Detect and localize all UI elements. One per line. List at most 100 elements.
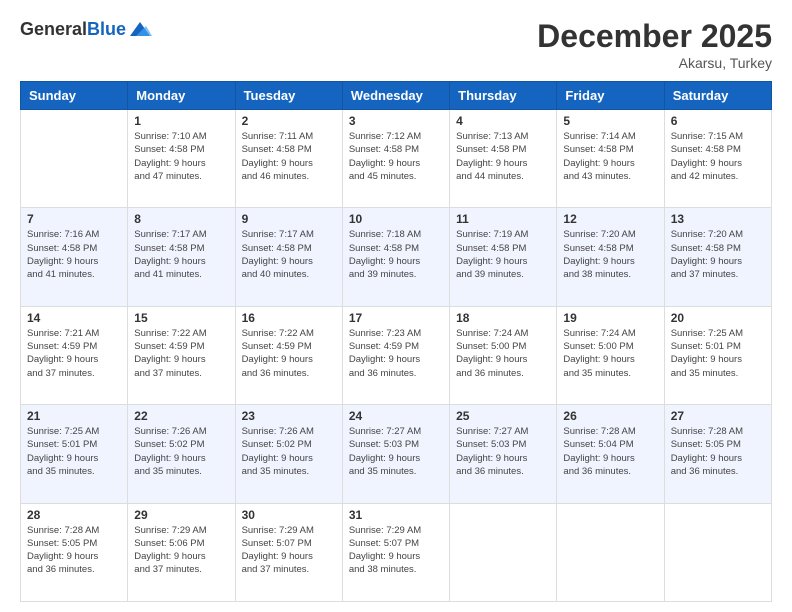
calendar-cell: 8 Sunrise: 7:17 AMSunset: 4:58 PMDaylight… (128, 208, 235, 306)
day-number: 20 (671, 311, 765, 325)
day-info: Sunrise: 7:27 AMSunset: 5:03 PMDaylight:… (456, 425, 550, 478)
weekday-header-tuesday: Tuesday (235, 82, 342, 110)
calendar-cell: 2Sunrise: 7:11 AMSunset: 4:58 PMDaylight… (235, 110, 342, 208)
day-number: 10 (349, 212, 443, 226)
logo-blue: Blue (87, 19, 126, 39)
weekday-header-monday: Monday (128, 82, 235, 110)
calendar-cell: 17Sunrise: 7:23 AMSunset: 4:59 PMDayligh… (342, 306, 449, 404)
day-info: Sunrise: 7:15 AMSunset: 4:58 PMDaylight:… (671, 130, 765, 183)
day-info: Sunrise: 7:28 AMSunset: 5:05 PMDaylight:… (27, 524, 121, 577)
day-info: Sunrise: 7:19 AMSunset: 4:58 PMDaylight:… (456, 228, 550, 281)
day-info: Sunrise: 7:17 AMSunset: 4:58 PMDaylight:… (134, 228, 228, 281)
day-number: 8 (134, 212, 228, 226)
day-number: 25 (456, 409, 550, 423)
calendar-cell: 28Sunrise: 7:28 AMSunset: 5:05 PMDayligh… (21, 503, 128, 601)
day-info: Sunrise: 7:24 AMSunset: 5:00 PMDaylight:… (563, 327, 657, 380)
day-info: Sunrise: 7:13 AMSunset: 4:58 PMDaylight:… (456, 130, 550, 183)
calendar-cell: 30 Sunrise: 7:29 AMSunset: 5:07 PMDayligh… (235, 503, 342, 601)
day-info: Sunrise: 7:29 AMSunset: 5:07 PMDaylight:… (242, 524, 336, 577)
calendar-cell: 11 Sunrise: 7:19 AMSunset: 4:58 PMDayligh… (450, 208, 557, 306)
day-info: Sunrise: 7:26 AMSunset: 5:02 PMDaylight:… (134, 425, 228, 478)
calendar-cell: 15 Sunrise: 7:22 AMSunset: 4:59 PMDayligh… (128, 306, 235, 404)
day-number: 16 (242, 311, 336, 325)
day-number: 18 (456, 311, 550, 325)
day-number: 7 (27, 212, 121, 226)
calendar-cell: 10 Sunrise: 7:18 AMSunset: 4:58 PMDayligh… (342, 208, 449, 306)
day-info: Sunrise: 7:14 AMSunset: 4:58 PMDaylight:… (563, 130, 657, 183)
main-title: December 2025 (537, 18, 772, 55)
day-info: Sunrise: 7:22 AMSunset: 4:59 PMDaylight:… (242, 327, 336, 380)
day-number: 5 (563, 114, 657, 128)
day-number: 13 (671, 212, 765, 226)
weekday-header-thursday: Thursday (450, 82, 557, 110)
day-number: 27 (671, 409, 765, 423)
day-info: Sunrise: 7:21 AMSunset: 4:59 PMDaylight:… (27, 327, 121, 380)
calendar-cell: 4 Sunrise: 7:13 AMSunset: 4:58 PMDaylight… (450, 110, 557, 208)
day-number: 11 (456, 212, 550, 226)
week-row-4: 21 Sunrise: 7:25 AMSunset: 5:01 PMDayligh… (21, 405, 772, 503)
calendar-cell: 23Sunrise: 7:26 AMSunset: 5:02 PMDayligh… (235, 405, 342, 503)
day-info: Sunrise: 7:18 AMSunset: 4:58 PMDaylight:… (349, 228, 443, 281)
calendar-cell: 12Sunrise: 7:20 AMSunset: 4:58 PMDayligh… (557, 208, 664, 306)
calendar-cell: 24Sunrise: 7:27 AMSunset: 5:03 PMDayligh… (342, 405, 449, 503)
calendar-cell: 5 Sunrise: 7:14 AMSunset: 4:58 PMDaylight… (557, 110, 664, 208)
week-row-5: 28Sunrise: 7:28 AMSunset: 5:05 PMDayligh… (21, 503, 772, 601)
calendar-cell: 29 Sunrise: 7:29 AMSunset: 5:06 PMDayligh… (128, 503, 235, 601)
day-info: Sunrise: 7:10 AMSunset: 4:58 PMDaylight:… (134, 130, 228, 183)
day-info: Sunrise: 7:25 AMSunset: 5:01 PMDaylight:… (27, 425, 121, 478)
day-info: Sunrise: 7:22 AMSunset: 4:59 PMDaylight:… (134, 327, 228, 380)
day-info: Sunrise: 7:11 AMSunset: 4:58 PMDaylight:… (242, 130, 336, 183)
page: GeneralBlue December 2025 Akarsu, Turkey… (0, 0, 792, 612)
logo: GeneralBlue (20, 18, 152, 42)
day-info: Sunrise: 7:20 AMSunset: 4:58 PMDaylight:… (671, 228, 765, 281)
calendar-cell (664, 503, 771, 601)
day-number: 3 (349, 114, 443, 128)
subtitle: Akarsu, Turkey (537, 55, 772, 71)
day-number: 23 (242, 409, 336, 423)
day-number: 21 (27, 409, 121, 423)
calendar-cell: 18Sunrise: 7:24 AMSunset: 5:00 PMDayligh… (450, 306, 557, 404)
calendar-cell: 26Sunrise: 7:28 AMSunset: 5:04 PMDayligh… (557, 405, 664, 503)
calendar-cell: 3 Sunrise: 7:12 AMSunset: 4:58 PMDaylight… (342, 110, 449, 208)
calendar-cell (21, 110, 128, 208)
header: GeneralBlue December 2025 Akarsu, Turkey (20, 18, 772, 71)
day-number: 9 (242, 212, 336, 226)
day-number: 4 (456, 114, 550, 128)
day-number: 1 (134, 114, 228, 128)
day-info: Sunrise: 7:29 AMSunset: 5:06 PMDaylight:… (134, 524, 228, 577)
day-number: 17 (349, 311, 443, 325)
calendar-table: SundayMondayTuesdayWednesdayThursdayFrid… (20, 81, 772, 602)
calendar-cell: 1 Sunrise: 7:10 AMSunset: 4:58 PMDaylight… (128, 110, 235, 208)
calendar-cell: 25 Sunrise: 7:27 AMSunset: 5:03 PMDayligh… (450, 405, 557, 503)
calendar-cell: 20 Sunrise: 7:25 AMSunset: 5:01 PMDayligh… (664, 306, 771, 404)
title-section: December 2025 Akarsu, Turkey (537, 18, 772, 71)
day-info: Sunrise: 7:17 AMSunset: 4:58 PMDaylight:… (242, 228, 336, 281)
day-number: 30 (242, 508, 336, 522)
day-number: 6 (671, 114, 765, 128)
day-info: Sunrise: 7:28 AMSunset: 5:05 PMDaylight:… (671, 425, 765, 478)
calendar-cell: 22Sunrise: 7:26 AMSunset: 5:02 PMDayligh… (128, 405, 235, 503)
weekday-header-row: SundayMondayTuesdayWednesdayThursdayFrid… (21, 82, 772, 110)
day-info: Sunrise: 7:12 AMSunset: 4:58 PMDaylight:… (349, 130, 443, 183)
weekday-header-sunday: Sunday (21, 82, 128, 110)
day-number: 31 (349, 508, 443, 522)
calendar-cell: 21 Sunrise: 7:25 AMSunset: 5:01 PMDayligh… (21, 405, 128, 503)
calendar-cell: 7 Sunrise: 7:16 AMSunset: 4:58 PMDaylight… (21, 208, 128, 306)
day-number: 19 (563, 311, 657, 325)
day-info: Sunrise: 7:25 AMSunset: 5:01 PMDaylight:… (671, 327, 765, 380)
day-info: Sunrise: 7:28 AMSunset: 5:04 PMDaylight:… (563, 425, 657, 478)
day-number: 29 (134, 508, 228, 522)
day-number: 15 (134, 311, 228, 325)
calendar-cell: 13 Sunrise: 7:20 AMSunset: 4:58 PMDayligh… (664, 208, 771, 306)
calendar-cell: 14Sunrise: 7:21 AMSunset: 4:59 PMDayligh… (21, 306, 128, 404)
weekday-header-wednesday: Wednesday (342, 82, 449, 110)
calendar-cell (450, 503, 557, 601)
day-info: Sunrise: 7:29 AMSunset: 5:07 PMDaylight:… (349, 524, 443, 577)
calendar-cell: 6 Sunrise: 7:15 AMSunset: 4:58 PMDaylight… (664, 110, 771, 208)
weekday-header-friday: Friday (557, 82, 664, 110)
logo-general: General (20, 19, 87, 39)
week-row-3: 14Sunrise: 7:21 AMSunset: 4:59 PMDayligh… (21, 306, 772, 404)
calendar-cell: 9 Sunrise: 7:17 AMSunset: 4:58 PMDaylight… (235, 208, 342, 306)
calendar-cell: 19 Sunrise: 7:24 AMSunset: 5:00 PMDayligh… (557, 306, 664, 404)
day-info: Sunrise: 7:16 AMSunset: 4:58 PMDaylight:… (27, 228, 121, 281)
